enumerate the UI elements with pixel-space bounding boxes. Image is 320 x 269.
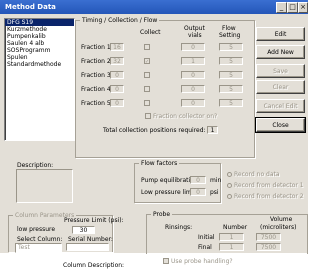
close-window-button[interactable]: × <box>298 2 308 13</box>
minimize-button[interactable]: _ <box>276 2 287 13</box>
fraction-flow-field[interactable]: 5 <box>219 43 243 51</box>
record-detector-1-label: Record from detector 1 <box>234 182 304 189</box>
final-volume-field[interactable]: 7500 <box>256 243 281 251</box>
method-data-window: Method Data _ □ × DFG S19 Kurzmethode Pu… <box>0 0 308 269</box>
save-button[interactable]: Save <box>256 64 305 78</box>
column-list[interactable]: Test <box>15 243 62 253</box>
volume-header: Volume <box>270 216 293 223</box>
fraction-vials-field[interactable]: 0 <box>181 85 205 93</box>
fraction-label: Fraction 1 <box>81 44 111 51</box>
number-header: Number <box>223 224 248 231</box>
clear-button[interactable]: Clear <box>256 80 305 94</box>
fraction-collect-checkbox[interactable] <box>144 72 150 78</box>
description-label: Description: <box>17 162 54 169</box>
collect-header: Collect <box>140 29 161 36</box>
fraction-flow-field[interactable]: 5 <box>219 85 243 93</box>
record-detector-1-radio[interactable] <box>227 183 232 188</box>
method-list[interactable]: DFG S19 Kurzmethode Pumpenkalib Saulen 4… <box>4 18 75 141</box>
pump-equilibration-field[interactable]: 0 <box>190 176 206 184</box>
fraction-vials-field[interactable]: 0 <box>181 43 205 51</box>
flow-header-setting: Setting <box>219 32 241 39</box>
flow-factors-title: Flow factors <box>139 160 180 167</box>
initial-number-field[interactable]: 1 <box>219 233 244 241</box>
timing-group-title: Timing / Collection / Flow <box>80 17 160 24</box>
fraction-label: Fraction 4 <box>81 86 111 93</box>
fraction-vials-field[interactable]: 0 <box>181 71 205 79</box>
fraction-collect-checkbox[interactable] <box>144 44 150 50</box>
fraction-start-field[interactable]: 0 <box>110 99 124 107</box>
description-box[interactable] <box>16 169 73 203</box>
pump-equilibration-unit: min <box>210 177 222 184</box>
output-header: Output <box>184 25 205 32</box>
record-detector-2-label: Record from detector 2 <box>234 193 304 200</box>
fraction-vials-field[interactable]: 0 <box>181 99 205 107</box>
record-detector-2-radio[interactable] <box>227 194 232 199</box>
low-pressure-label: low pressure <box>17 226 56 233</box>
select-column-label: Select Column: <box>17 236 63 243</box>
method-item[interactable]: DFG S19 <box>5 19 74 26</box>
pressure-limit-field[interactable]: 30 <box>72 226 95 234</box>
method-item[interactable]: SOSProgramm <box>5 47 74 54</box>
low-pressure-limit-label: Low pressure limit <box>141 189 196 196</box>
record-no-data-radio[interactable] <box>227 172 232 177</box>
fraction-start-field[interactable]: 0 <box>110 85 124 93</box>
serial-number-label: Serial Number: <box>68 236 113 243</box>
fraction-collector-label: Fraction collector on? <box>153 113 218 120</box>
initial-label: Initial <box>198 234 215 241</box>
total-positions-field: 1 <box>207 126 218 134</box>
final-number-field[interactable]: 1 <box>219 243 244 251</box>
volume-units-header: (microliters) <box>260 224 297 231</box>
record-no-data-label: Record no data <box>234 171 280 178</box>
fraction-label: Fraction 2 <box>81 58 111 65</box>
fraction-vials-field[interactable]: 1 <box>181 57 205 65</box>
fraction-start-field[interactable]: 16 <box>110 43 124 51</box>
fraction-flow-field[interactable]: 5 <box>219 57 243 65</box>
column-description-label: Column Description: <box>63 262 125 269</box>
use-probe-checkbox[interactable] <box>163 258 169 264</box>
fraction-start-field[interactable]: 0 <box>110 71 124 79</box>
flow-header: Flow <box>222 25 236 32</box>
fraction-collect-checkbox[interactable] <box>144 86 150 92</box>
method-item[interactable]: Standardmethode <box>5 61 74 68</box>
cancel-edit-button[interactable]: Cancel Edit <box>256 99 305 113</box>
low-pressure-limit-unit: psi <box>210 189 219 196</box>
method-item[interactable]: Saulen 4 alb <box>5 40 74 47</box>
edit-button[interactable]: Edit <box>256 27 305 41</box>
fraction-collect-checkbox[interactable] <box>144 100 150 106</box>
method-item[interactable]: Kurzmethode <box>5 26 74 33</box>
final-label: Final <box>198 244 212 251</box>
title-bar: Method Data _ □ × <box>0 0 308 14</box>
fraction-collector-checkbox[interactable] <box>145 113 151 119</box>
window-title: Method Data <box>5 3 56 11</box>
fraction-start-field[interactable]: 32 <box>110 57 124 65</box>
fraction-collect-checkbox[interactable]: ✓ <box>144 58 150 65</box>
method-item[interactable]: Pumpenkalib <box>5 33 74 40</box>
method-item[interactable]: Spulen <box>5 54 74 61</box>
use-probe-label: Use probe handling? <box>171 258 233 265</box>
probe-title: Probe <box>151 211 173 218</box>
serial-number-field[interactable] <box>66 243 109 251</box>
pressure-limit-label: Pressure Limit (psi): <box>64 217 124 224</box>
rinsings-label: Rinsings: <box>165 224 193 231</box>
total-positions-label: Total collection positions required: <box>103 127 206 134</box>
fraction-label: Fraction 5 <box>81 100 111 107</box>
output-header-vials: vials <box>188 32 202 39</box>
fraction-label: Fraction 3 <box>81 72 111 79</box>
maximize-button[interactable]: □ <box>287 2 298 13</box>
fraction-flow-field[interactable]: 5 <box>219 71 243 79</box>
column-list-item[interactable]: Test <box>18 245 59 251</box>
fraction-flow-field[interactable]: 5 <box>219 99 243 107</box>
close-button[interactable]: Close <box>255 117 306 133</box>
add-new-button[interactable]: Add New <box>256 45 305 59</box>
initial-volume-field[interactable]: 7500 <box>256 233 281 241</box>
low-pressure-limit-field[interactable]: 0 <box>190 188 206 196</box>
